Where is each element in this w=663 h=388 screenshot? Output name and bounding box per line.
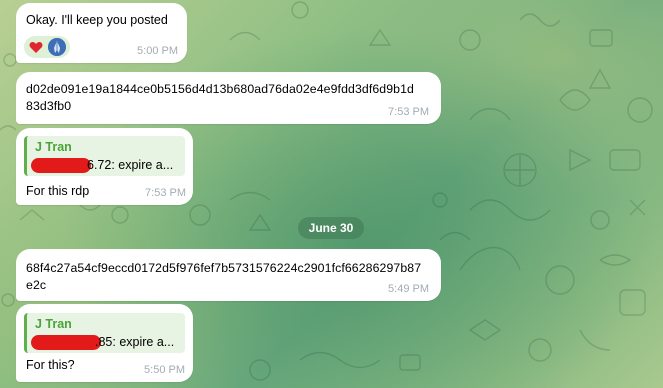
message-bubble-3[interactable]: J Tran 6.72: expire a... For this rdp 7:…	[16, 128, 193, 205]
message-bubble-5[interactable]: J Tran .85: expire a... For this? 5:50 P…	[16, 304, 193, 382]
message-text: For this rdp	[26, 184, 90, 198]
message-timestamp: 7:53 PM	[388, 106, 429, 118]
message-timestamp: 5:50 PM	[144, 364, 185, 376]
message-text-line-1: 68f4c27a54cf9eccd0172d5f976fef7b57315762…	[26, 261, 422, 275]
message-text: For this?	[26, 358, 75, 372]
message-bubble-4[interactable]: 68f4c27a54cf9eccd0172d5f976fef7b57315762…	[16, 249, 441, 301]
reactions-bar[interactable]	[24, 36, 70, 58]
message-text-line-2: 83d3fb0	[26, 99, 72, 113]
message-text-line-1: d02de091e19a1844ce0b5156d4d13b680ad76da0…	[26, 82, 414, 96]
message-bubble-2[interactable]: d02de091e19a1844ce0b5156d4d13b680ad76da0…	[16, 72, 441, 124]
message-timestamp: 5:49 PM	[388, 283, 429, 295]
redaction-mark	[31, 158, 91, 173]
redaction-mark	[31, 335, 101, 350]
reply-sender-name: J Tran	[35, 140, 72, 154]
message-timestamp: 7:53 PM	[145, 187, 186, 199]
heart-reaction-icon[interactable]	[27, 38, 45, 56]
reply-quote[interactable]: J Tran .85: expire a...	[24, 313, 185, 353]
message-text: Okay. I'll keep you posted	[26, 13, 168, 27]
reply-quoted-text: .85: expire a...	[95, 335, 175, 349]
message-timestamp: 5:00 PM	[137, 45, 178, 57]
message-text-line-2: e2c	[26, 278, 47, 292]
folded-hands-reaction-icon[interactable]	[48, 38, 66, 56]
date-separator: June 30	[298, 217, 364, 239]
message-bubble-1[interactable]: Okay. I'll keep you posted 5:00 PM	[16, 3, 187, 63]
reply-quote[interactable]: J Tran 6.72: expire a...	[24, 136, 185, 176]
reply-quoted-text: 6.72: expire a...	[87, 158, 174, 172]
reply-sender-name: J Tran	[35, 317, 72, 331]
